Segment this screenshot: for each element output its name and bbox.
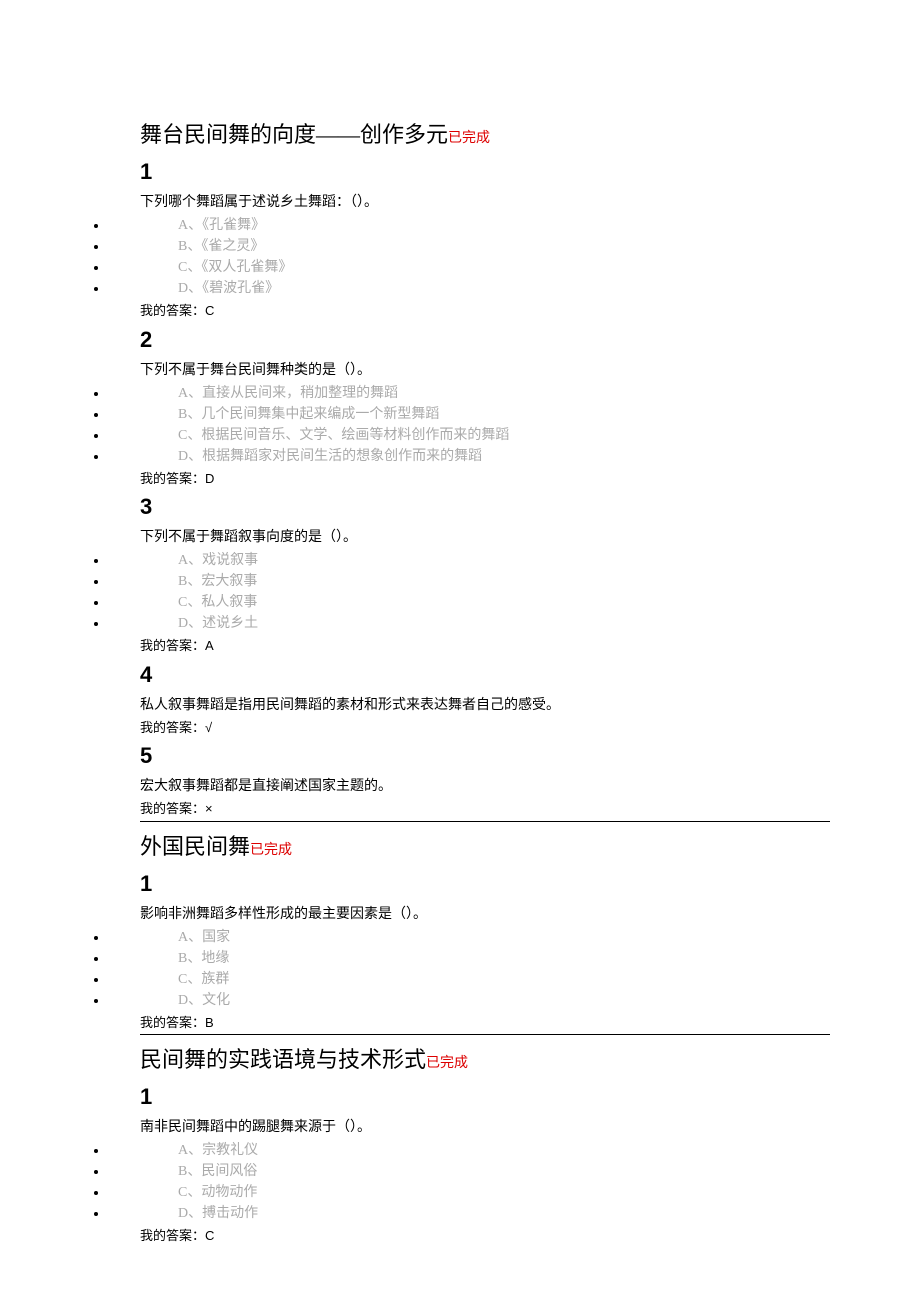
answer-line: 我的答案：B [140,1013,830,1033]
question-text: 下列不属于舞台民间舞种类的是（）。 [140,360,830,381]
option-item: C、《双人孔雀舞》 [108,257,830,278]
section-title: 舞台民间舞的向度——创作多元已完成 [140,118,830,151]
option-text: A、国家 [178,927,230,948]
answer-label: 我的答案： [140,638,205,653]
option-item: B、《雀之灵》 [108,236,830,257]
section-status: 已完成 [426,1056,468,1071]
question-number: 5 [140,739,830,772]
option-item: C、私人叙事 [108,592,830,613]
question-number: 1 [140,1080,830,1113]
option-item: C、根据民间音乐、文学、绘画等材料创作而来的舞蹈 [108,425,830,446]
section-title-text: 外国民间舞 [140,834,250,859]
option-text: D、文化 [178,990,230,1011]
section-status: 已完成 [250,843,292,858]
section-title: 民间舞的实践语境与技术形式已完成 [140,1043,830,1076]
option-text: A、《孔雀舞》 [178,215,265,236]
option-item: D、述说乡土 [108,613,830,634]
section-title-text: 民间舞的实践语境与技术形式 [140,1047,426,1072]
section-status: 已完成 [448,131,490,146]
answer-value: A [205,638,214,653]
answer-line: 我的答案：C [140,1226,830,1246]
question-number: 3 [140,490,830,523]
option-text: C、动物动作 [178,1182,257,1203]
answer-line: 我的答案：D [140,469,830,489]
option-text: B、宏大叙事 [178,571,257,592]
answer-value: C [205,1228,214,1243]
option-list: A、直接从民间来，稍加整理的舞蹈B、几个民间舞集中起来编成一个新型舞蹈C、根据民… [90,383,830,467]
option-text: C、根据民间音乐、文学、绘画等材料创作而来的舞蹈 [178,425,509,446]
answer-value: B [205,1015,214,1030]
option-item: A、直接从民间来，稍加整理的舞蹈 [108,383,830,404]
option-list: A、国家B、地缘C、族群D、文化 [90,927,830,1011]
option-list: A、戏说叙事B、宏大叙事C、私人叙事D、述说乡土 [90,550,830,634]
section-title: 外国民间舞已完成 [140,830,830,863]
section-title-text: 舞台民间舞的向度——创作多元 [140,122,448,147]
section-divider [140,1034,830,1035]
answer-line: 我的答案：C [140,301,830,321]
answer-value: × [205,801,213,816]
answer-label: 我的答案： [140,801,205,816]
option-text: D、《碧波孔雀》 [178,278,279,299]
option-item: A、宗教礼仪 [108,1140,830,1161]
option-text: B、几个民间舞集中起来编成一个新型舞蹈 [178,404,439,425]
question-number: 4 [140,658,830,691]
option-text: C、族群 [178,969,229,990]
option-text: B、民间风俗 [178,1161,257,1182]
option-item: B、民间风俗 [108,1161,830,1182]
answer-value: C [205,303,214,318]
answer-label: 我的答案： [140,1015,205,1030]
option-item: D、文化 [108,990,830,1011]
option-text: C、《双人孔雀舞》 [178,257,292,278]
option-item: D、搏击动作 [108,1203,830,1224]
option-item: B、地缘 [108,948,830,969]
option-item: A、戏说叙事 [108,550,830,571]
option-item: B、几个民间舞集中起来编成一个新型舞蹈 [108,404,830,425]
option-list: A、宗教礼仪B、民间风俗C、动物动作D、搏击动作 [90,1140,830,1224]
question-text: 影响非洲舞蹈多样性形成的最主要因素是（）。 [140,904,830,925]
option-text: A、直接从民间来，稍加整理的舞蹈 [178,383,398,404]
answer-label: 我的答案： [140,720,205,735]
option-item: A、国家 [108,927,830,948]
answer-value: √ [205,720,212,735]
question-text: 下列不属于舞蹈叙事向度的是（）。 [140,527,830,548]
option-item: A、《孔雀舞》 [108,215,830,236]
document-root: 舞台民间舞的向度——创作多元已完成1下列哪个舞蹈属于述说乡土舞蹈：（）。A、《孔… [90,118,830,1246]
answer-line: 我的答案：× [140,799,830,819]
question-number: 2 [140,323,830,356]
question-number: 1 [140,867,830,900]
option-item: B、宏大叙事 [108,571,830,592]
answer-line: 我的答案：A [140,636,830,656]
question-text: 南非民间舞蹈中的踢腿舞来源于（）。 [140,1117,830,1138]
option-item: C、族群 [108,969,830,990]
answer-value: D [205,471,214,486]
question-text: 宏大叙事舞蹈都是直接阐述国家主题的。 [140,776,830,797]
answer-line: 我的答案：√ [140,718,830,738]
question-text: 下列哪个舞蹈属于述说乡土舞蹈：（）。 [140,192,830,213]
answer-label: 我的答案： [140,303,205,318]
option-text: A、戏说叙事 [178,550,258,571]
option-text: D、根据舞蹈家对民间生活的想象创作而来的舞蹈 [178,446,482,467]
answer-label: 我的答案： [140,471,205,486]
option-text: D、搏击动作 [178,1203,258,1224]
section-divider [140,821,830,822]
option-text: B、地缘 [178,948,229,969]
question-number: 1 [140,155,830,188]
question-text: 私人叙事舞蹈是指用民间舞蹈的素材和形式来表达舞者自己的感受。 [140,695,830,716]
option-text: B、《雀之灵》 [178,236,264,257]
option-text: D、述说乡土 [178,613,258,634]
answer-label: 我的答案： [140,1228,205,1243]
option-text: C、私人叙事 [178,592,257,613]
option-list: A、《孔雀舞》B、《雀之灵》C、《双人孔雀舞》D、《碧波孔雀》 [90,215,830,299]
option-item: C、动物动作 [108,1182,830,1203]
option-item: D、《碧波孔雀》 [108,278,830,299]
option-item: D、根据舞蹈家对民间生活的想象创作而来的舞蹈 [108,446,830,467]
option-text: A、宗教礼仪 [178,1140,258,1161]
